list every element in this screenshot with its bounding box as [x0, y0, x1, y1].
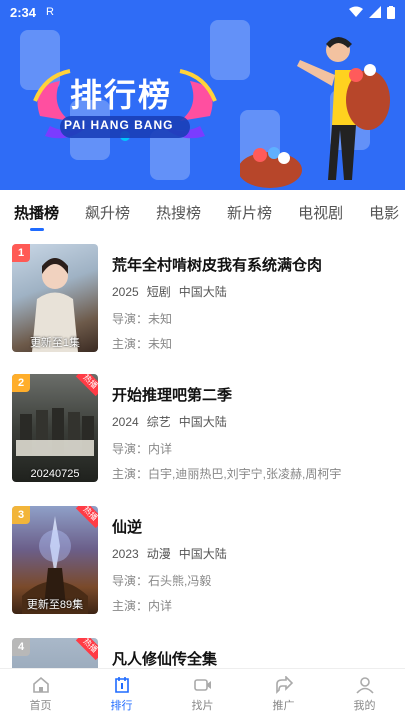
item-director: 导演：内详	[112, 442, 173, 456]
item-title[interactable]: 仙逆	[112, 516, 392, 537]
hot-ribbon: 热播	[75, 638, 98, 661]
item-year: 2023	[112, 547, 139, 561]
poster-image[interactable]: 2 热播 20240725	[12, 374, 98, 482]
share-icon	[275, 676, 293, 694]
item-info: 仙逆 2023 动漫 中国大陆 导演：石头熊,冯毅 主演：内详	[112, 516, 392, 614]
ranking-tabs: 热播榜 飙升榜 热搜榜 新片榜 电视剧 电影	[0, 190, 405, 234]
list-item[interactable]: 4 热播 凡人修仙传全集	[12, 630, 392, 668]
nav-find-label: 找片	[191, 700, 214, 712]
nav-rank-label: 排行	[110, 700, 133, 712]
ranking-banner: 2:34 R 排行榜 PAI HANG BANG	[0, 0, 405, 190]
status-time: 2:34	[10, 4, 37, 20]
item-year: 2024	[112, 415, 139, 429]
item-genre: 动漫	[146, 547, 171, 561]
nav-mine[interactable]: 我的	[324, 669, 405, 720]
ranking-list: 1 更新至1集 荒年全村啃树皮我有系统满仓肉 2025 短剧 中国大陆 导演：未知 …	[0, 236, 405, 668]
item-cast: 主演：未知	[112, 337, 173, 351]
item-director: 导演：石头熊,冯毅	[112, 574, 212, 588]
list-item[interactable]: 1 更新至1集 荒年全村啃树皮我有系统满仓肉 2025 短剧 中国大陆 导演：未知 …	[12, 236, 392, 356]
item-title[interactable]: 凡人修仙传全集	[112, 648, 392, 668]
person-illustration	[240, 37, 390, 188]
nav-promote[interactable]: 推广	[243, 669, 324, 720]
tab-hot-play[interactable]: 热播榜	[14, 202, 59, 223]
rank-icon	[114, 677, 129, 693]
signal-icon	[369, 6, 381, 18]
poster-image[interactable]: 1 更新至1集	[12, 244, 98, 352]
nav-rank[interactable]: 排行	[81, 669, 162, 720]
item-info: 荒年全村啃树皮我有系统满仓肉 2025 短剧 中国大陆 导演：未知 主演：未知	[112, 254, 392, 352]
nav-find[interactable]: 找片	[162, 669, 243, 720]
rank-badge: 3	[12, 506, 30, 524]
video-icon	[193, 679, 211, 691]
item-genre: 综艺	[146, 415, 171, 429]
tab-movie[interactable]: 电影	[369, 202, 399, 223]
tab-new-release[interactable]: 新片榜	[227, 202, 272, 223]
item-cast: 主演：白宇,迪丽热巴,刘宇宁,张凌赫,周柯宇	[112, 467, 342, 481]
ranking-logo: 排行榜 PAI HANG BANG	[30, 66, 220, 146]
nav-home[interactable]: 首页	[0, 669, 81, 720]
status-indicator: R	[46, 6, 54, 18]
episode-badge: 20240725	[30, 468, 80, 480]
home-icon	[32, 676, 49, 693]
item-title[interactable]: 荒年全村啃树皮我有系统满仓肉	[112, 254, 392, 275]
item-meta: 2024 综艺 中国大陆	[112, 413, 392, 430]
list-item[interactable]: 3 热播 更新至89集 仙逆 2023 动漫 中国大陆 导演：石头熊,冯毅 主演：内…	[12, 498, 392, 618]
tab-tv-series[interactable]: 电视剧	[298, 202, 343, 223]
rank-badge: 4	[12, 638, 30, 656]
item-cast: 主演：内详	[112, 599, 173, 613]
banner-title: 排行榜	[70, 77, 173, 113]
item-director: 导演：未知	[112, 312, 173, 326]
status-bar: 2:34 R	[0, 0, 405, 24]
item-info: 凡人修仙传全集	[112, 648, 392, 668]
poster-image[interactable]: 3 热播 更新至89集	[12, 506, 98, 614]
episode-badge: 更新至1集	[29, 337, 81, 349]
tab-hot-search[interactable]: 热搜榜	[156, 202, 201, 223]
item-region: 中国大陆	[178, 415, 227, 429]
nav-promote-label: 推广	[272, 700, 295, 712]
item-meta: 2023 动漫 中国大陆	[112, 545, 392, 562]
rank-badge: 2	[12, 374, 30, 392]
item-meta: 2025 短剧 中国大陆	[112, 283, 392, 300]
rank-badge: 1	[12, 244, 30, 262]
battery-icon	[387, 5, 395, 19]
banner-subtitle: PAI HANG BANG	[64, 118, 174, 132]
episode-badge: 更新至89集	[26, 599, 84, 611]
bottom-nav: 首页 排行 找片 推广 我的	[0, 668, 405, 720]
item-region: 中国大陆	[178, 547, 227, 561]
user-icon	[355, 677, 374, 694]
item-genre: 短剧	[146, 285, 171, 299]
list-item[interactable]: 2 热播 20240725 开始推理吧第二季 2024 综艺 中国大陆 导演：内详 …	[12, 366, 392, 486]
nav-home-label: 首页	[29, 700, 52, 712]
wifi-icon	[349, 6, 363, 17]
item-region: 中国大陆	[178, 285, 227, 299]
item-year: 2025	[112, 285, 139, 299]
nav-mine-label: 我的	[353, 700, 376, 712]
poster-image[interactable]: 4 热播	[12, 638, 98, 668]
item-title[interactable]: 开始推理吧第二季	[112, 384, 392, 405]
item-info: 开始推理吧第二季 2024 综艺 中国大陆 导演：内详 主演：白宇,迪丽热巴,刘宇宁…	[112, 384, 392, 482]
tab-rising[interactable]: 飙升榜	[85, 202, 130, 223]
